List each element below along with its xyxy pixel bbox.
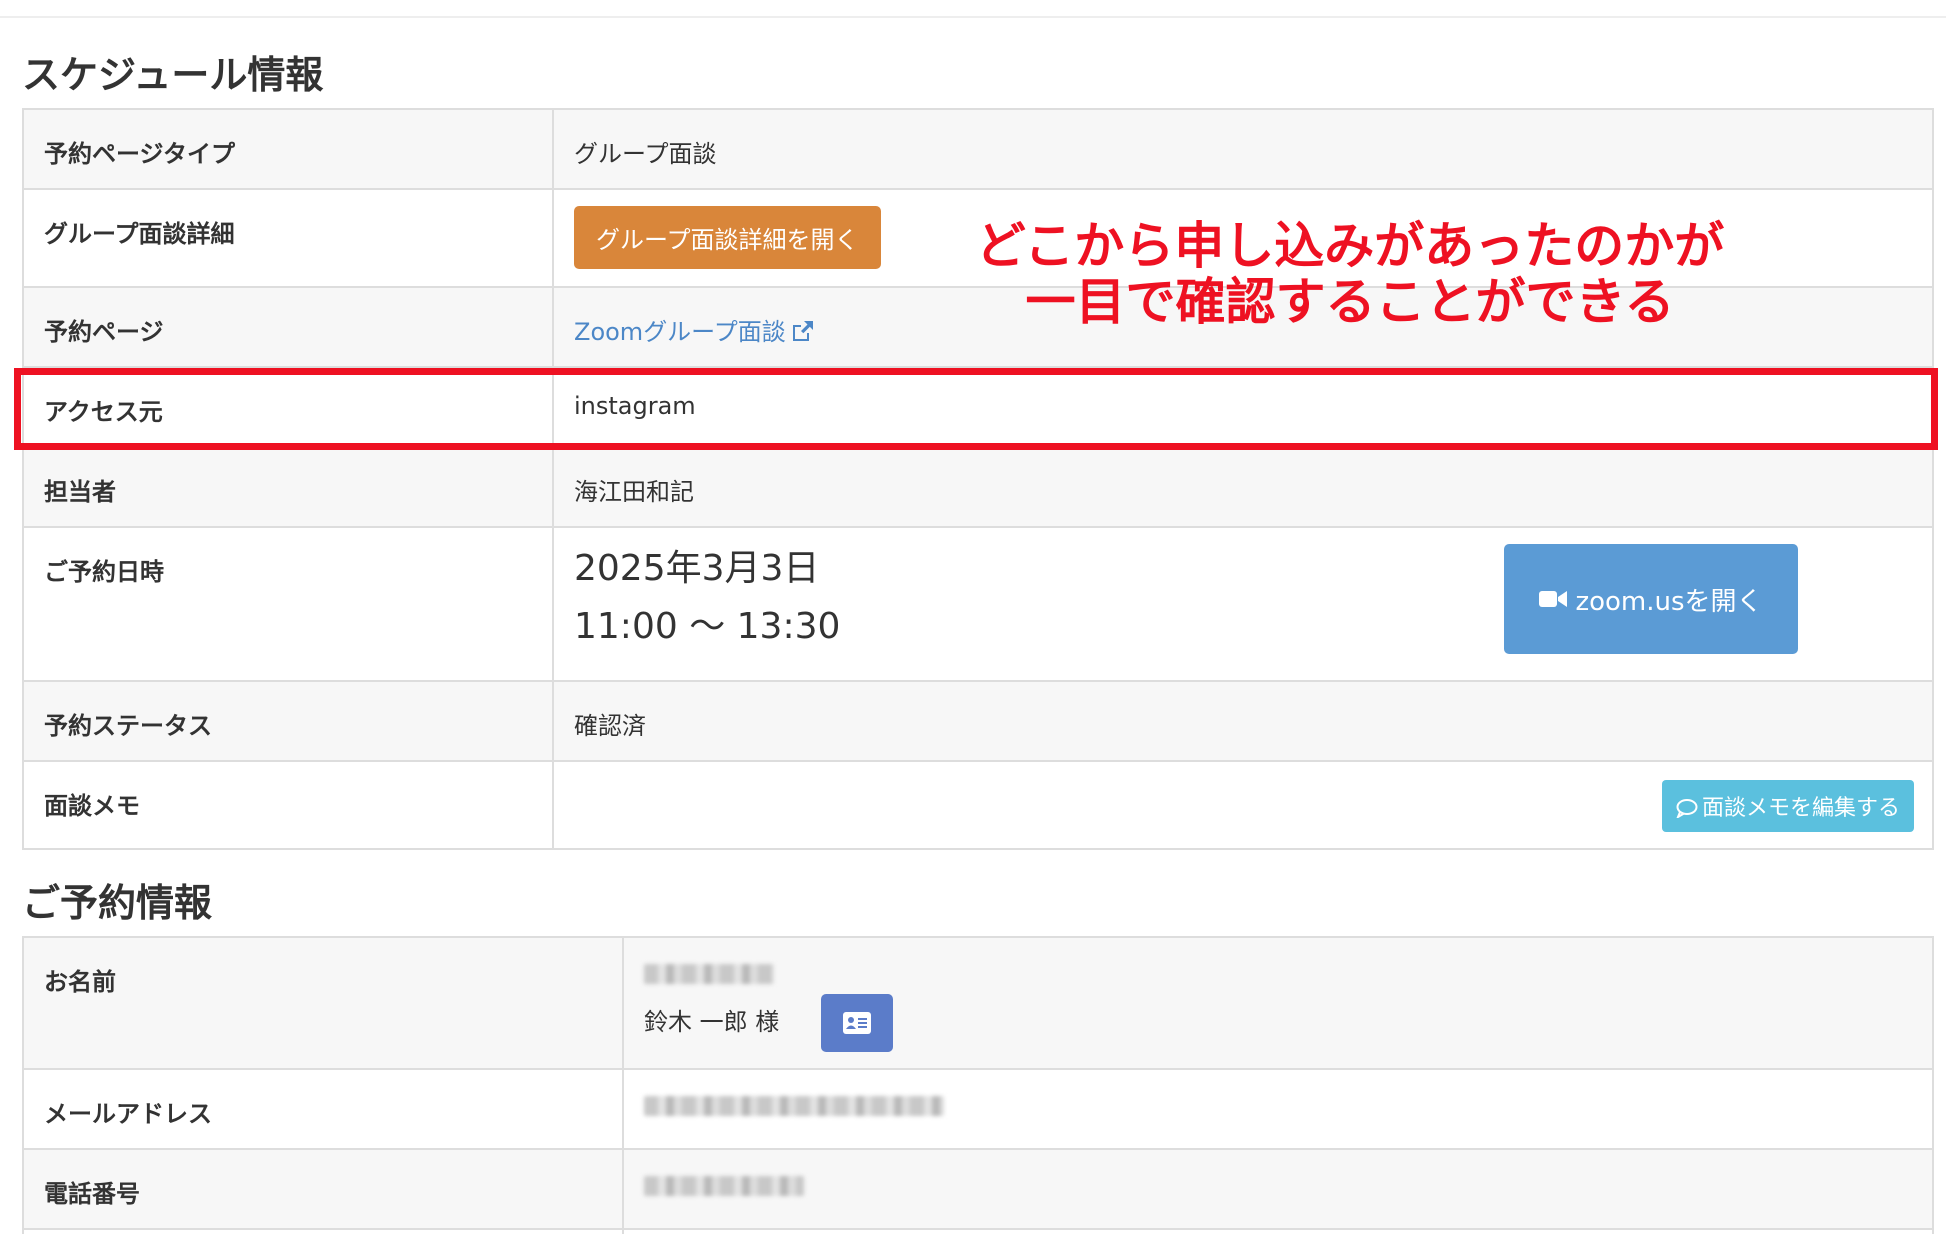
table-row: 予約ページタイプ グループ面談: [22, 108, 1934, 190]
open-zoom-button[interactable]: zoom.usを開く: [1504, 544, 1798, 654]
row-label: お名前: [22, 936, 624, 1070]
annotation-callout: どこから申し込みがあったのかが 一目で確認することができる: [950, 218, 1750, 330]
table-row: ご予約日時 2025年3月3日 11:00 〜 13:30 zoom.usを開く: [22, 526, 1934, 682]
customer-name: 鈴木 一郎 様: [644, 1008, 780, 1036]
reservation-table: お名前 鈴木 一郎 様 メールアドレス 電話番号: [22, 936, 1934, 1234]
reserve-page-link[interactable]: Zoomグループ面談: [574, 318, 816, 346]
edit-memo-label: 面談メモを編集する: [1701, 796, 1900, 821]
table-row: 電話番号: [22, 1148, 1934, 1230]
access-source-value: instagram: [552, 366, 1934, 448]
table-row: 予約ステータス 確認済: [22, 680, 1934, 762]
reservation-section-title: ご予約情報: [22, 881, 213, 925]
video-camera-icon: [1539, 591, 1568, 607]
row-label: アクセス元: [22, 366, 554, 448]
external-link-icon: [790, 319, 816, 349]
row-label: 面談メモ: [22, 760, 554, 850]
staff-value: 海江田和記: [552, 446, 1934, 528]
row-label: 担当者: [22, 446, 554, 528]
edit-memo-button[interactable]: 面談メモを編集する: [1661, 780, 1914, 832]
row-label: メールアドレス: [22, 1068, 624, 1150]
status-value: 確認済: [552, 680, 1934, 762]
annotation-line-2: 一目で確認することができる: [1025, 273, 1675, 331]
comment-icon: [1675, 799, 1698, 820]
page: スケジュール情報 予約ページタイプ グループ面談 グループ面談詳細 グループ面談…: [0, 0, 1946, 1234]
row-label: グループ面談詳細: [22, 188, 554, 288]
row-label: ご予約日時: [22, 526, 554, 682]
contact-card-icon: [842, 1012, 871, 1034]
open-zoom-label: zoom.usを開く: [1575, 586, 1763, 617]
table-row: メールアドレス: [22, 1068, 1934, 1150]
schedule-section-title: スケジュール情報: [22, 53, 324, 97]
table-row: [22, 1228, 1934, 1234]
table-row: 担当者 海江田和記: [22, 446, 1934, 528]
row-label: 予約ページ: [22, 286, 554, 368]
customer-card-button[interactable]: [820, 994, 893, 1052]
row-label: 電話番号: [22, 1148, 624, 1230]
name-kana-redacted: [644, 964, 774, 984]
table-row: お名前 鈴木 一郎 様: [22, 936, 1934, 1070]
table-row: アクセス元 instagram: [22, 366, 1934, 448]
email-redacted: [644, 1096, 944, 1116]
row-label: 予約ページタイプ: [22, 108, 554, 190]
open-group-detail-button[interactable]: グループ面談詳細を開く: [574, 206, 881, 269]
phone-redacted: [644, 1176, 804, 1196]
page-type-value: グループ面談: [552, 108, 1934, 190]
table-row: 面談メモ 面談メモを編集する: [22, 760, 1934, 850]
reserve-page-link-text: Zoomグループ面談: [574, 318, 786, 346]
top-divider: [0, 16, 1946, 18]
annotation-line-1: どこから申し込みがあったのかが: [975, 217, 1725, 275]
row-label: 予約ステータス: [22, 680, 554, 762]
